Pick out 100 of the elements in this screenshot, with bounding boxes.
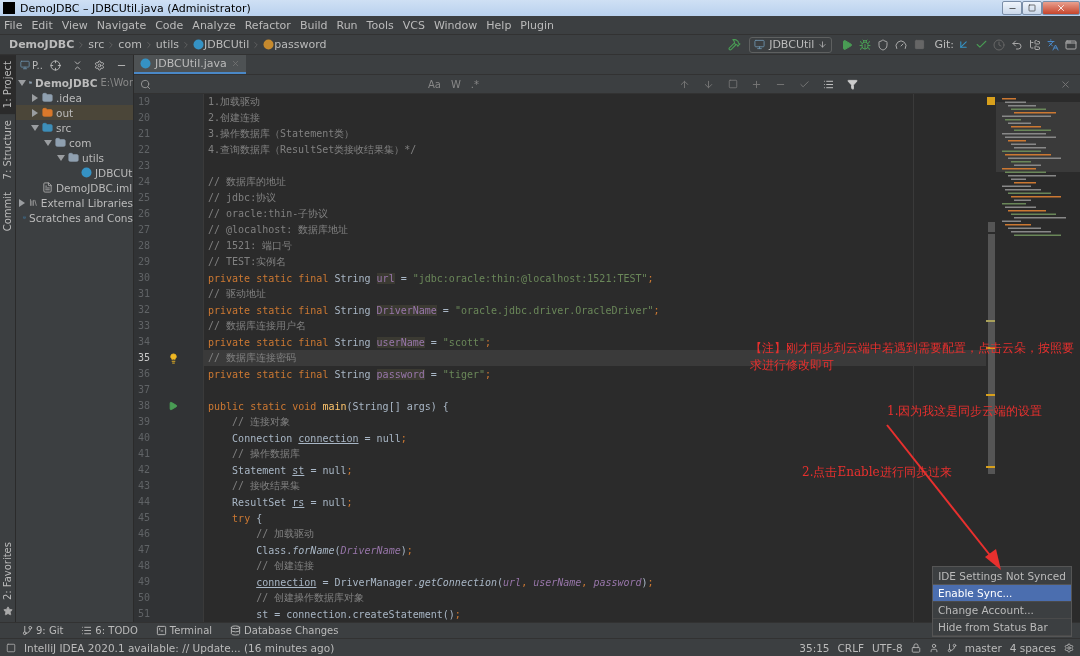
breadcrumb[interactable]: com <box>118 38 142 51</box>
close-icon[interactable] <box>230 59 240 68</box>
tree-item[interactable]: Scratches and Cons <box>16 210 133 225</box>
tool-window-button[interactable]: 9: Git <box>22 625 64 636</box>
tree-item[interactable]: JDBCUt <box>16 165 133 180</box>
menu-item[interactable]: Run <box>336 18 358 32</box>
tool-window-tab[interactable]: 1: Project <box>0 55 15 115</box>
star-icon[interactable] <box>2 606 13 616</box>
git-branch[interactable]: master <box>964 641 1002 654</box>
tree-item[interactable]: utils <box>16 150 133 165</box>
tool-window-button[interactable]: Database Changes <box>230 625 339 636</box>
project-path: E:\Wor <box>100 77 133 88</box>
branch-icon[interactable] <box>946 642 957 653</box>
restore-button[interactable] <box>1022 1 1042 15</box>
tool-window-tab[interactable]: 7: Structure <box>0 114 15 186</box>
tree-item[interactable]: External Libraries <box>16 195 133 210</box>
code-line: // 数据库连接用户名 <box>207 319 307 333</box>
database-icon <box>230 625 242 636</box>
lightbulb-icon[interactable] <box>168 352 179 364</box>
find-option[interactable]: W <box>448 78 463 90</box>
menu-item[interactable]: Build <box>299 18 328 32</box>
code-line: // 创建操作数据库对象 <box>255 591 365 605</box>
close-icon <box>1056 3 1066 13</box>
tool-window-tab[interactable]: Commit <box>0 185 15 237</box>
class-icon <box>193 39 204 50</box>
code-line: private static final String userName = "scott"; <box>207 336 492 348</box>
tool-window-button[interactable]: 6: TODO <box>81 625 138 636</box>
code-line: // @localhost: 数据库地址 <box>207 223 349 237</box>
find-option[interactable]: Aa <box>426 78 443 90</box>
find-option[interactable]: .* <box>468 78 482 90</box>
code-line: Statement st = null; <box>231 464 353 476</box>
popup-menu-item[interactable]: Enable Sync... <box>933 585 1071 602</box>
code-line: // 接收结果集 <box>231 479 301 493</box>
menu-item[interactable]: Help <box>486 18 512 32</box>
git-label: Git: <box>934 38 954 51</box>
view-dropdown[interactable]: P.. <box>20 59 43 71</box>
code-line: private static final String password = "tiger"; <box>207 368 492 380</box>
code-line: try { <box>231 512 263 524</box>
class-icon <box>81 167 92 178</box>
menu-item[interactable]: Navigate <box>96 18 147 32</box>
code-line: ResultSet rs = null; <box>231 496 353 508</box>
breadcrumb[interactable]: JDBCUtil <box>204 38 250 51</box>
class-icon <box>140 58 151 69</box>
code-line: st = connection.createStatement(); <box>255 608 461 620</box>
menu-item[interactable]: Edit <box>31 18 53 32</box>
tree-item[interactable]: DemoJDBC.iml <box>16 180 133 195</box>
tree-item[interactable]: out <box>16 105 133 120</box>
run-icon[interactable] <box>168 401 178 411</box>
menu-item[interactable]: VCS <box>402 18 425 32</box>
settings-icon[interactable] <box>1064 642 1074 653</box>
restore-icon <box>1028 4 1036 12</box>
menu-item[interactable]: Refactor <box>244 18 291 32</box>
library-icon <box>29 197 38 208</box>
breadcrumb[interactable]: DemoJDBC <box>9 38 75 51</box>
menu-item[interactable]: Tools <box>366 18 394 32</box>
code-line: // TEST:实例名 <box>207 255 287 269</box>
status-icon[interactable] <box>6 642 16 653</box>
minimize-button[interactable] <box>1002 1 1022 15</box>
code-line: private static final String DriverName = "oracle.jdbc.driver.OracleDriver"; <box>207 304 660 316</box>
field-icon <box>263 39 275 50</box>
lock-icon[interactable] <box>910 642 921 653</box>
code-line: 3.操作数据库（Statement类） <box>207 127 355 141</box>
window-icon <box>20 60 30 70</box>
close-button[interactable] <box>1042 1 1080 15</box>
annotation-text: 【注】刚才同步到云端中若遇到需要配置，点击云朵，按照要求进行修改即可 <box>750 340 1075 374</box>
breadcrumb[interactable]: src <box>88 38 105 51</box>
code-line: public static void main(String[] args) { <box>207 400 449 412</box>
menu-item[interactable]: File <box>4 18 23 32</box>
line-separator[interactable]: CRLF <box>837 641 865 654</box>
breadcrumb[interactable]: utils <box>155 38 179 51</box>
code-line: Class.forName(DriverName); <box>255 544 413 556</box>
breadcrumb[interactable]: password <box>274 38 327 51</box>
list-icon <box>81 625 93 636</box>
run-config-dropdown[interactable]: JDBCUtil <box>749 36 833 53</box>
editor-tab[interactable]: JDBCUtil.java <box>134 55 246 74</box>
tool-window-button[interactable]: Terminal <box>155 625 213 636</box>
tree-item[interactable]: com <box>16 135 133 150</box>
popup-menu-item[interactable]: Hide from Status Bar <box>933 619 1071 636</box>
code-line: 2.创建连接 <box>207 111 261 125</box>
code-line: // 驱动地址 <box>207 287 267 301</box>
menu-item[interactable]: View <box>61 18 88 32</box>
annotation-text: 1.因为我这是同步云端的设置 <box>887 403 1043 420</box>
terminal-icon <box>155 625 167 636</box>
indent-setting[interactable]: 4 spaces <box>1009 641 1056 654</box>
chevron-icon <box>181 39 191 50</box>
popup-menu-item[interactable]: Change Account... <box>933 602 1071 619</box>
menu-item[interactable]: Window <box>433 18 478 32</box>
code-line: Connection connection = null; <box>231 432 407 444</box>
search-icon <box>140 78 151 90</box>
person-icon[interactable] <box>928 642 939 653</box>
file-encoding[interactable]: UTF-8 <box>872 641 903 654</box>
tree-item[interactable]: DemoJDBC E:\Wor <box>16 75 133 90</box>
menu-item[interactable]: Plugin <box>520 18 555 32</box>
caret-position[interactable]: 35:15 <box>799 641 830 654</box>
code-line: // 1521: 端口号 <box>207 239 293 253</box>
tree-item[interactable]: src <box>16 120 133 135</box>
tool-window-tab[interactable]: 2: Favorites <box>0 535 15 606</box>
menu-item[interactable]: Analyze <box>192 18 236 32</box>
menu-item[interactable]: Code <box>155 18 184 32</box>
status-message[interactable]: IntelliJ IDEA 2020.1 available: // Update... (16 minutes ago) <box>24 641 335 654</box>
